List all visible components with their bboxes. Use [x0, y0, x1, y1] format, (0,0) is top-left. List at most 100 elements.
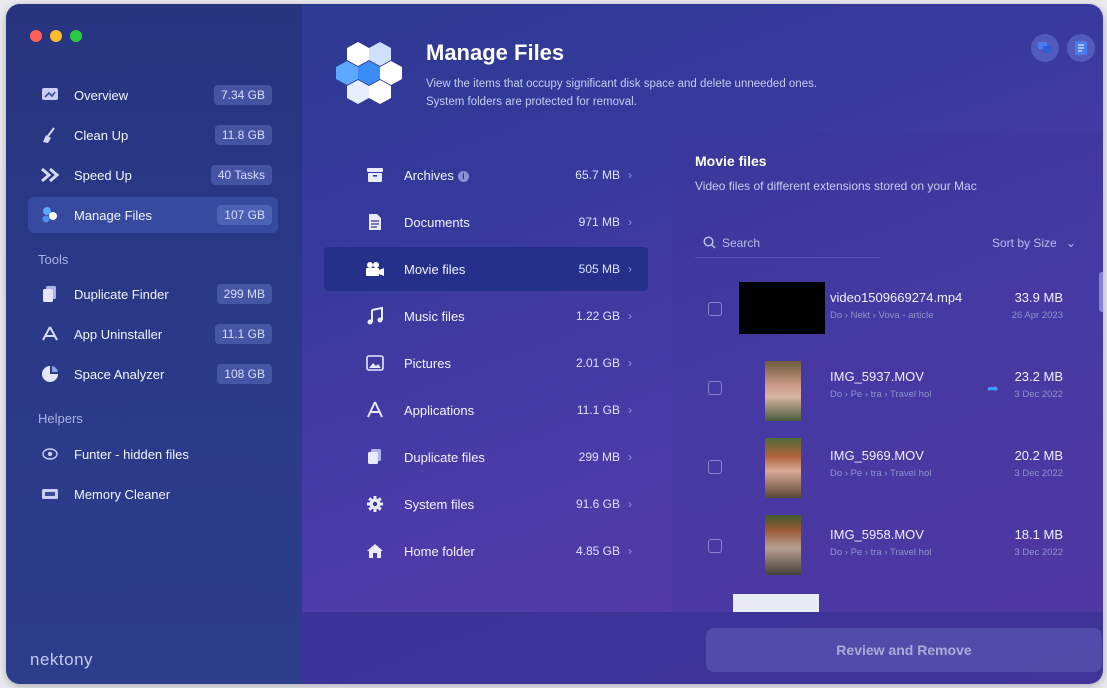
tasks-badge: 40 Tasks: [210, 165, 272, 185]
category-label: Pictures: [404, 355, 451, 371]
file-path: Do › Pe › tra › Travel hol: [830, 468, 932, 479]
app-window: Overview 7.34 GB Clean Up 11.8 GB Speed …: [6, 4, 1103, 684]
category-movie-files[interactable]: Movie files 505 MB ›: [324, 247, 648, 291]
sidebar-item-overview[interactable]: Overview 7.34 GB: [28, 77, 278, 113]
file-date: 3 Dec 2022: [1014, 389, 1063, 400]
size-badge: 108 GB: [217, 364, 272, 384]
eye-icon: [40, 444, 60, 464]
description-line: View the items that occupy significant d…: [426, 78, 818, 90]
review-and-remove-button[interactable]: Review and Remove: [706, 628, 1102, 672]
scrollbar[interactable]: [1099, 272, 1103, 312]
size-badge: 107 GB: [217, 205, 272, 225]
chevron-right-icon: ›: [628, 403, 632, 417]
chat-icon: [1038, 42, 1052, 53]
category-size: 971 MB: [578, 215, 620, 229]
file-name: IMG_5958.MOV: [830, 527, 924, 542]
archive-icon: [364, 164, 386, 186]
close-window-button[interactable]: [30, 30, 42, 42]
sidebar-item-label: Speed Up: [74, 167, 132, 183]
broom-icon: [40, 125, 60, 145]
category-music-files[interactable]: Music files 1.22 GB ›: [324, 294, 648, 338]
sidebar-item-app-uninstaller[interactable]: App Uninstaller 11.1 GB: [28, 316, 278, 352]
video-thumbnail: [765, 515, 801, 575]
sidebar-item-clean-up[interactable]: Clean Up 11.8 GB: [28, 117, 278, 153]
chevron-right-icon: ›: [628, 262, 632, 276]
category-size: 4.85 GB: [575, 544, 620, 558]
picture-icon: [364, 352, 386, 374]
size-badge: 299 MB: [216, 284, 272, 304]
select-checkbox[interactable]: [708, 381, 722, 395]
select-checkbox[interactable]: [708, 539, 722, 553]
history-button[interactable]: [1067, 34, 1095, 62]
page-title: Manage Files: [426, 40, 565, 65]
zoom-window-button[interactable]: [70, 30, 82, 42]
window-controls: [30, 30, 82, 42]
info-icon[interactable]: i: [457, 170, 469, 182]
duplicate-icon: [364, 446, 386, 468]
file-row[interactable]: IMG_5958.MOV Do › Pe › tra › Travel hol …: [695, 515, 1075, 589]
brand-logo: nektony: [30, 650, 94, 669]
file-row[interactable]: IMG_5969.MOV Do › Pe › tra › Travel hol …: [695, 438, 1075, 510]
sidebar-item-label: App Uninstaller: [74, 326, 163, 342]
file-size: 33.9 MB: [1014, 290, 1063, 305]
sort-label: Sort by Size: [992, 236, 1057, 250]
chevron-right-icon: ›: [628, 215, 632, 229]
category-archives[interactable]: Archives i 65.7 MB ›: [324, 153, 648, 197]
notes-icon: [1075, 41, 1087, 55]
share-arrow-icon: ➦: [987, 380, 999, 396]
file-row[interactable]: IMG_5937.MOV Do › Pe › tra › Travel hol …: [695, 361, 1075, 431]
sidebar-item-funter[interactable]: Funter - hidden files: [28, 436, 278, 472]
sidebar-item-manage-files[interactable]: Manage Files 107 GB: [28, 197, 278, 233]
chat-support-button[interactable]: [1031, 34, 1059, 62]
file-path: Do › Pe › tra › Travel hol: [830, 547, 932, 558]
size-badge: 7.34 GB: [213, 85, 272, 105]
sort-dropdown[interactable]: Sort by Size ⌄: [992, 236, 1076, 250]
sidebar-item-label: Space Analyzer: [74, 366, 165, 382]
sidebar-item-space-analyzer[interactable]: Space Analyzer 108 GB: [28, 356, 278, 392]
search-input[interactable]: Search: [695, 228, 881, 258]
category-home-folder[interactable]: Home folder 4.85 GB ›: [324, 529, 648, 573]
sidebar-item-memory-cleaner[interactable]: Memory Cleaner: [28, 476, 278, 512]
chevron-right-icon: ›: [628, 497, 632, 511]
file-path: Do › Nekt › Vova - article: [830, 310, 934, 321]
file-size: 20.2 MB: [1014, 448, 1063, 463]
sidebar-item-speed-up[interactable]: Speed Up 40 Tasks: [28, 157, 278, 193]
category-label: Duplicate files: [404, 449, 485, 465]
search-placeholder: Search: [722, 235, 761, 250]
overview-icon: [40, 85, 60, 105]
category-size: 11.1 GB: [576, 403, 620, 417]
video-thumbnail: [739, 282, 825, 334]
category-duplicate-files[interactable]: Duplicate files 299 MB ›: [324, 435, 648, 479]
video-thumbnail-partial: [733, 594, 819, 612]
category-pictures[interactable]: Pictures 2.01 GB ›: [324, 341, 648, 385]
file-date: 3 Dec 2022: [1014, 468, 1063, 479]
category-label: Applications: [404, 402, 475, 418]
document-icon: [364, 211, 386, 233]
category-label: System files: [404, 496, 475, 512]
select-checkbox[interactable]: [708, 302, 722, 316]
video-thumbnail: [765, 361, 801, 421]
sidebar-item-label: Overview: [74, 87, 129, 103]
sidebar-item-duplicate-finder[interactable]: Duplicate Finder 299 MB: [28, 276, 278, 312]
sidebar: Overview 7.34 GB Clean Up 11.8 GB Speed …: [6, 4, 302, 684]
category-documents[interactable]: Documents 971 MB ›: [324, 200, 648, 244]
sidebar-item-label: Funter - hidden files: [74, 446, 189, 462]
category-applications[interactable]: Applications 11.1 GB ›: [324, 388, 648, 432]
chevron-right-icon: ›: [628, 309, 632, 323]
minimize-window-button[interactable]: [50, 30, 62, 42]
category-label: Movie files: [404, 261, 466, 277]
duplicate-finder-icon: [40, 284, 60, 304]
category-system-files[interactable]: System files 91.6 GB ›: [324, 482, 648, 526]
page-description: View the items that occupy significant d…: [426, 75, 926, 111]
file-size: 23.2 MB: [1014, 369, 1063, 384]
size-badge: 11.1 GB: [214, 324, 272, 344]
chevron-right-icon: ›: [628, 450, 632, 464]
chevron-down-icon: ⌄: [1066, 236, 1077, 250]
file-row[interactable]: video1509669274.mp4 Do › Nekt › Vova - a…: [695, 282, 1075, 352]
search-icon: [703, 236, 716, 249]
movie-icon: [364, 258, 386, 280]
file-date: 26 Apr 2023: [1011, 310, 1063, 321]
file-path: Do › Pe › tra › Travel hol: [830, 389, 932, 400]
select-checkbox[interactable]: [708, 460, 722, 474]
manage-files-hex-icon: [336, 42, 402, 104]
